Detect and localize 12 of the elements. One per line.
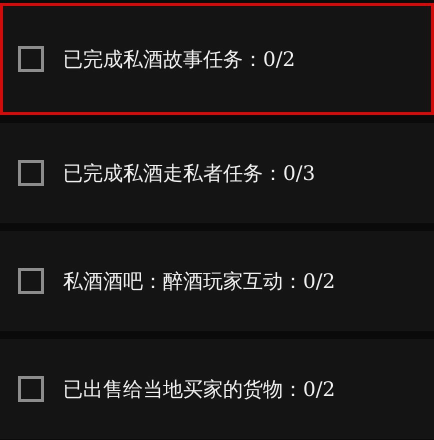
objective-row[interactable]: 私酒酒吧：醉酒玩家互动：0/2 <box>0 231 434 331</box>
objective-label: 已出售给当地买家的货物：0/2 <box>63 376 336 402</box>
objective-label: 已完成私酒故事任务：0/2 <box>63 46 296 72</box>
objective-label: 私酒酒吧：醉酒玩家互动：0/2 <box>63 268 336 294</box>
checkbox[interactable] <box>18 46 44 72</box>
checkbox[interactable] <box>18 268 44 294</box>
objective-row[interactable]: 已完成私酒走私者任务：0/3 <box>0 123 434 223</box>
objective-row[interactable]: 已完成私酒故事任务：0/2 <box>0 3 434 115</box>
checkbox[interactable] <box>18 160 44 186</box>
objective-label: 已完成私酒走私者任务：0/3 <box>63 160 316 186</box>
checkbox[interactable] <box>18 376 44 402</box>
objective-row[interactable]: 已出售给当地买家的货物：0/2 <box>0 339 434 439</box>
